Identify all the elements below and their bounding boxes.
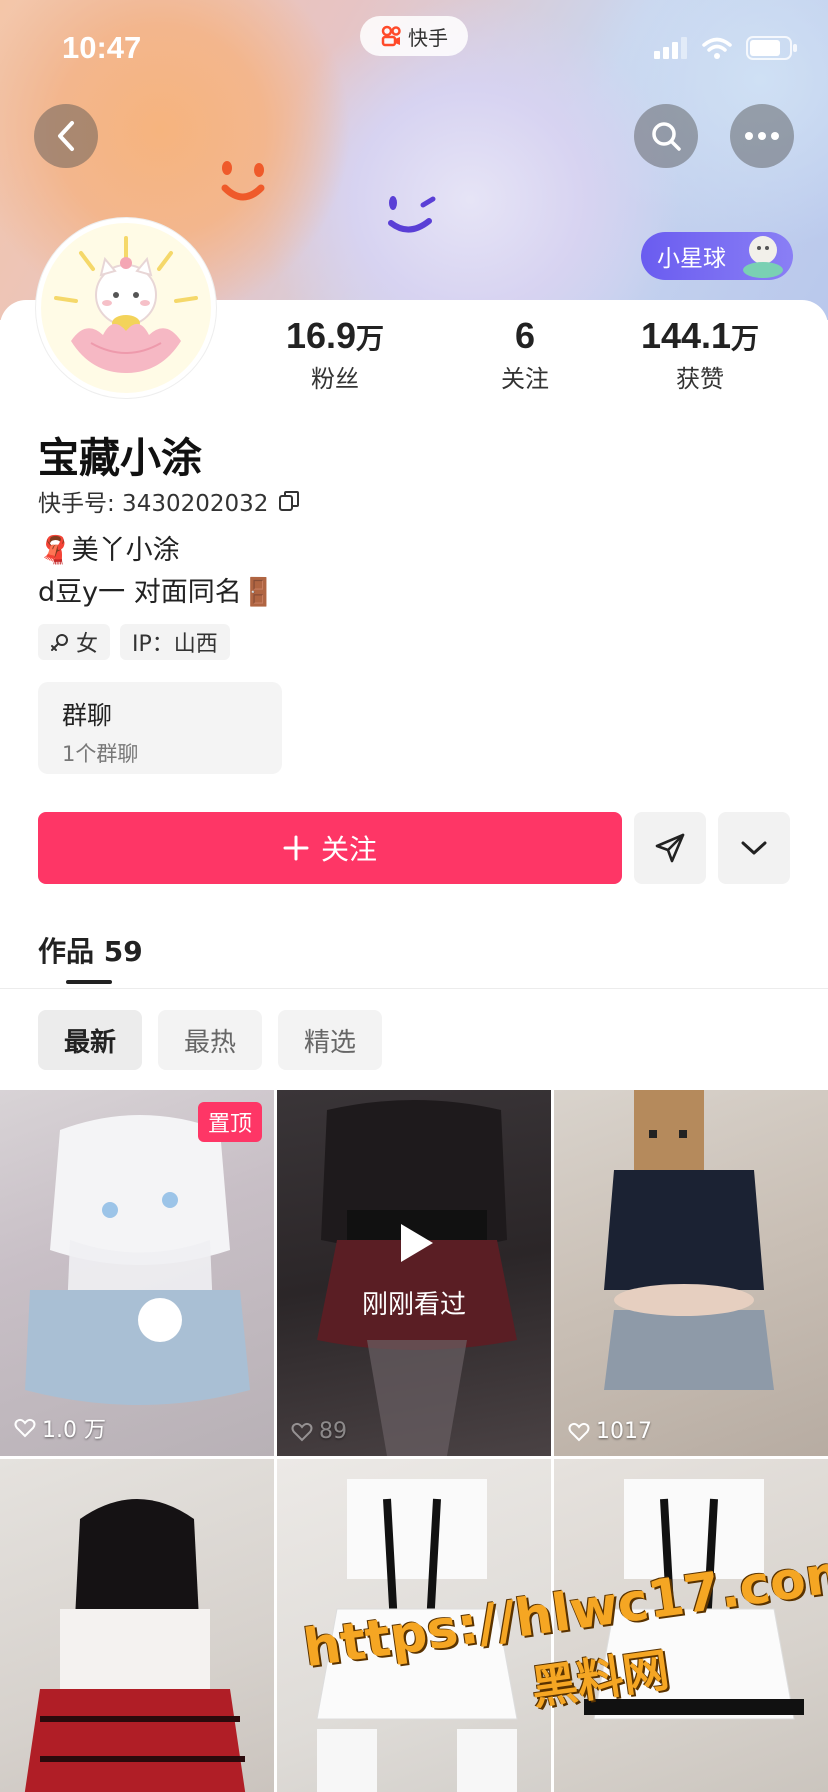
chevron-left-icon xyxy=(58,121,74,151)
video-tile[interactable] xyxy=(0,1459,274,1792)
group-chat-card[interactable]: 群聊 1个群聊 xyxy=(38,682,282,774)
avatar[interactable] xyxy=(36,218,216,398)
ip-tag: IP：山西 xyxy=(120,624,230,660)
planet-badge-label: 小星球 xyxy=(657,246,726,272)
likes-count: 144.1 xyxy=(640,315,732,356)
followers-unit: 万 xyxy=(356,322,385,355)
plus-icon xyxy=(283,835,309,861)
stat-followers[interactable]: 16.9万 粉丝 xyxy=(250,315,420,394)
search-button[interactable] xyxy=(634,104,698,168)
divider xyxy=(0,988,828,989)
battery-icon xyxy=(746,36,797,60)
user-id-row: 快手号: 3430202032 xyxy=(38,484,300,518)
heart-icon xyxy=(14,1418,36,1438)
video-thumbnail xyxy=(24,1499,246,1792)
back-button[interactable] xyxy=(34,104,98,168)
following-count: 6 xyxy=(514,315,536,356)
following-label: 关注 xyxy=(501,365,549,393)
cat-avatar-icon xyxy=(54,236,198,373)
more-dots-icon xyxy=(745,132,779,140)
tile-likes-count: 1017 xyxy=(596,1419,652,1444)
video-thumbnail xyxy=(604,1090,774,1390)
share-button[interactable] xyxy=(634,812,706,884)
group-chat-subtitle: 1个群聊 xyxy=(62,742,139,766)
more-options-button[interactable] xyxy=(730,104,794,168)
search-icon xyxy=(652,122,681,151)
likes-unit: 万 xyxy=(731,322,760,355)
tile-likes: 1017 xyxy=(568,1419,652,1444)
pinned-badge: 置顶 xyxy=(197,1102,262,1142)
tile-likes-count: 1.0 万 xyxy=(42,1418,106,1443)
bio-line-2: d豆y一 对面同名🚪 xyxy=(38,577,276,608)
group-chat-title: 群聊 xyxy=(62,701,113,730)
follow-button[interactable]: 关注 xyxy=(38,812,622,884)
stat-likes[interactable]: 144.1万 获赞 xyxy=(615,315,785,394)
gender-label: 女 xyxy=(76,632,99,657)
filter-featured[interactable]: 精选 xyxy=(278,1010,383,1070)
video-tile[interactable]: 1017 xyxy=(554,1090,828,1456)
ip-label: IP：山西 xyxy=(132,632,218,657)
stats-row: 16.9万 粉丝 6 关注 144.1万 获赞 xyxy=(250,315,810,395)
copy-icon[interactable] xyxy=(278,490,300,512)
tile-likes: 1.0 万 xyxy=(14,1412,106,1444)
system-icons xyxy=(654,36,798,60)
recently-viewed-label: 刚刚看过 xyxy=(361,1290,466,1320)
tile-likes: 89 xyxy=(291,1419,347,1444)
followers-count: 16.9 xyxy=(285,315,357,356)
smiley-face-decoration xyxy=(221,161,265,201)
filter-latest[interactable]: 最新 xyxy=(38,1010,143,1070)
profile-tags: 女 IP：山西 xyxy=(38,624,230,660)
kuaishou-logo-icon xyxy=(381,25,401,47)
bio-line-1: 🧣美丫小涂 xyxy=(38,535,180,566)
video-tile[interactable]: 置顶 1.0 万 xyxy=(0,1090,274,1456)
status-time: 10:47 xyxy=(62,30,142,65)
female-icon xyxy=(51,634,68,651)
works-filters: 最新 最热 精选 xyxy=(38,1010,383,1070)
profile-name: 宝藏小涂 xyxy=(38,434,202,482)
heart-icon xyxy=(568,1422,590,1441)
wink-face-decoration xyxy=(388,196,436,233)
filter-hottest[interactable]: 最热 xyxy=(158,1010,263,1070)
chevron-down-icon xyxy=(741,841,767,855)
tile-likes-count: 89 xyxy=(319,1419,347,1444)
planet-badge[interactable]: 小星球 xyxy=(641,232,793,280)
app-pill[interactable]: 快手 xyxy=(360,16,468,56)
planet-character-icon xyxy=(743,236,783,278)
tab-works[interactable]: 作品 59 xyxy=(38,930,143,970)
heart-icon xyxy=(291,1422,313,1441)
stat-following[interactable]: 6 关注 xyxy=(440,315,610,394)
followers-label: 粉丝 xyxy=(311,365,359,393)
expand-button[interactable] xyxy=(718,812,790,884)
signal-icon xyxy=(654,37,687,59)
video-thumbnail xyxy=(317,1100,517,1456)
video-tile[interactable]: 刚刚看过 89 xyxy=(277,1090,551,1456)
gender-tag: 女 xyxy=(38,624,111,660)
app-pill-label: 快手 xyxy=(408,25,448,50)
likes-label: 获赞 xyxy=(676,365,724,393)
user-id: 快手号: 3430202032 xyxy=(38,491,269,517)
status-bar: 10:47 快手 xyxy=(0,0,828,100)
tab-works-underline xyxy=(66,980,112,984)
play-icon xyxy=(401,1224,433,1262)
wifi-icon xyxy=(702,37,732,59)
follow-label: 关注 xyxy=(320,833,377,866)
send-icon xyxy=(655,833,685,863)
video-thumbnail xyxy=(25,1115,250,1405)
